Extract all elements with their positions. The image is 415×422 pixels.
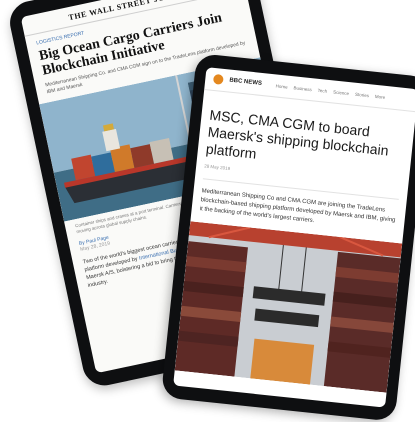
nav-item[interactable]: Business [293,85,312,92]
nav-item[interactable]: Home [275,83,287,89]
nav-item[interactable]: Tech [318,87,328,93]
site-nav: BBC NEWS Home Business Tech Science Stor… [204,67,415,113]
port-crane-photo [174,221,403,393]
nav-item[interactable]: Science [333,89,349,96]
site-name[interactable]: BBC NEWS [229,78,262,87]
tablet-news: BBC NEWS Home Business Tech Science Stor… [160,53,415,422]
crane-illustration [174,221,403,393]
tablet-screen: BBC NEWS Home Business Tech Science Stor… [173,67,415,408]
nav-item[interactable]: More [375,93,386,99]
site-logo-icon[interactable] [212,73,224,85]
nav-item[interactable]: Stories [355,91,369,97]
